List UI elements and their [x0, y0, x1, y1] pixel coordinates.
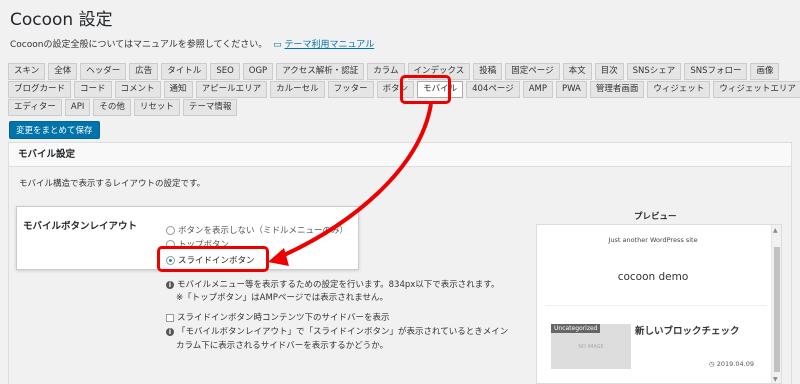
- tab-item[interactable]: 管理者画面: [589, 81, 645, 98]
- tab-item[interactable]: 全体: [48, 63, 78, 80]
- tab-item[interactable]: スキン: [8, 63, 46, 80]
- mobile-button-layout-label: モバイルボタンレイアウト: [23, 221, 138, 232]
- tab-item[interactable]: 目次: [594, 63, 624, 80]
- tab-item[interactable]: アクセス解析・認証: [276, 63, 365, 80]
- tab-item[interactable]: 404ページ: [466, 81, 520, 98]
- tab-item[interactable]: 本文: [562, 63, 592, 80]
- sidebar-checkbox-row[interactable]: スライドインボタン時コンテンツ下のサイドバーを表示: [166, 311, 390, 323]
- preview-date: ◷ 2019.04.09: [709, 360, 754, 368]
- tab-item[interactable]: テーマ情報: [182, 99, 238, 116]
- info-text-2: ※「トップボタン」はAMPページでは表示されません。: [176, 293, 388, 303]
- tab-item[interactable]: アピールエリア: [195, 81, 268, 98]
- tab-item[interactable]: 固定ページ: [505, 63, 560, 80]
- preview-scrollbar[interactable]: ▲ ▼: [771, 225, 781, 383]
- annotation-box-mobile-tab: [400, 75, 451, 104]
- panel-heading: モバイル設定: [9, 143, 791, 167]
- page-title: Cocoon 設定: [10, 10, 113, 30]
- preview-post-title: 新しいブロックチェック: [635, 326, 740, 337]
- tab-item[interactable]: タイトル: [161, 63, 208, 80]
- book-icon: ▭: [273, 40, 282, 50]
- preview-no-image: NO IMAGE: [578, 344, 604, 350]
- tab-item[interactable]: SNSフォロー: [684, 63, 748, 80]
- preview-site-name: cocoon demo: [617, 271, 689, 283]
- scroll-up-icon[interactable]: ▲: [773, 227, 778, 234]
- tab-item[interactable]: ウィジェットエリア: [713, 81, 800, 98]
- preview-tagline: Just another WordPress site: [608, 236, 698, 244]
- info-text-3: i 「モバイルボタンレイアウト」で「スライドインボタン」が表示されているときメイン: [166, 325, 508, 337]
- info-text-3-cont: カラム下に表示されるサイドバーを表示するかどうか。: [176, 341, 389, 351]
- preview-frame: Just another WordPress site cocoon demo …: [536, 224, 782, 384]
- tab-item[interactable]: コード: [74, 81, 112, 98]
- preview-divider: [545, 305, 767, 306]
- tab-item[interactable]: エディター: [8, 99, 62, 116]
- tab-item[interactable]: SEO: [210, 63, 240, 80]
- tab-item[interactable]: SNSシェア: [626, 63, 682, 80]
- annotation-box-slide-in: [157, 246, 269, 272]
- tab-item[interactable]: ウィジェット: [647, 81, 711, 98]
- info-icon: i: [166, 281, 174, 289]
- info-text-1: i モバイルメニュー等を表示するための設定を行います。834px以下で表示されます…: [166, 278, 499, 290]
- tab-item[interactable]: フッター: [327, 81, 374, 98]
- preview-category-badge: Uncategorized: [551, 324, 601, 333]
- tab-item[interactable]: AMP: [522, 81, 553, 98]
- tab-item[interactable]: カルーセル: [270, 81, 325, 98]
- tab-item[interactable]: 広告: [129, 63, 159, 80]
- page-description: Cocoonの設定全般についてはマニュアルを参照してください。 ▭ テーマ利用マ…: [10, 40, 375, 50]
- tab-item[interactable]: 投稿: [473, 63, 503, 80]
- radio-button[interactable]: [166, 225, 175, 235]
- sidebar-checkbox[interactable]: [166, 313, 174, 322]
- tab-item[interactable]: コメント: [114, 81, 161, 98]
- panel-description: モバイル構造で表示するレイアウトの設定です。: [19, 179, 206, 189]
- manual-link[interactable]: テーマ利用マニュアル: [284, 40, 374, 50]
- scrollbar-thumb[interactable]: [774, 247, 780, 372]
- preview-thumbnail: Uncategorized NO IMAGE: [551, 324, 631, 369]
- clock-icon: ◷: [709, 360, 715, 368]
- tab-item[interactable]: PWA: [555, 81, 587, 98]
- tab-item[interactable]: リセット: [133, 99, 180, 116]
- tab-item[interactable]: カラム: [367, 63, 405, 80]
- info-icon: i: [166, 328, 174, 336]
- tab-item[interactable]: ブログカード: [8, 81, 72, 98]
- tab-item[interactable]: 通知: [163, 81, 193, 98]
- tab-item[interactable]: ヘッダー: [80, 63, 127, 80]
- radio-option-no-button[interactable]: ボタンを表示しない（ミドルメニューのみ）: [166, 224, 348, 236]
- preview-label: プレビュー: [634, 212, 677, 222]
- tab-item[interactable]: 画像: [750, 63, 780, 80]
- scroll-down-icon[interactable]: ▼: [773, 376, 778, 383]
- tab-item[interactable]: OGP: [242, 63, 274, 80]
- tab-item[interactable]: API: [64, 99, 91, 116]
- tab-item[interactable]: その他: [93, 99, 131, 116]
- save-all-button[interactable]: 変更をまとめて保存: [9, 121, 100, 139]
